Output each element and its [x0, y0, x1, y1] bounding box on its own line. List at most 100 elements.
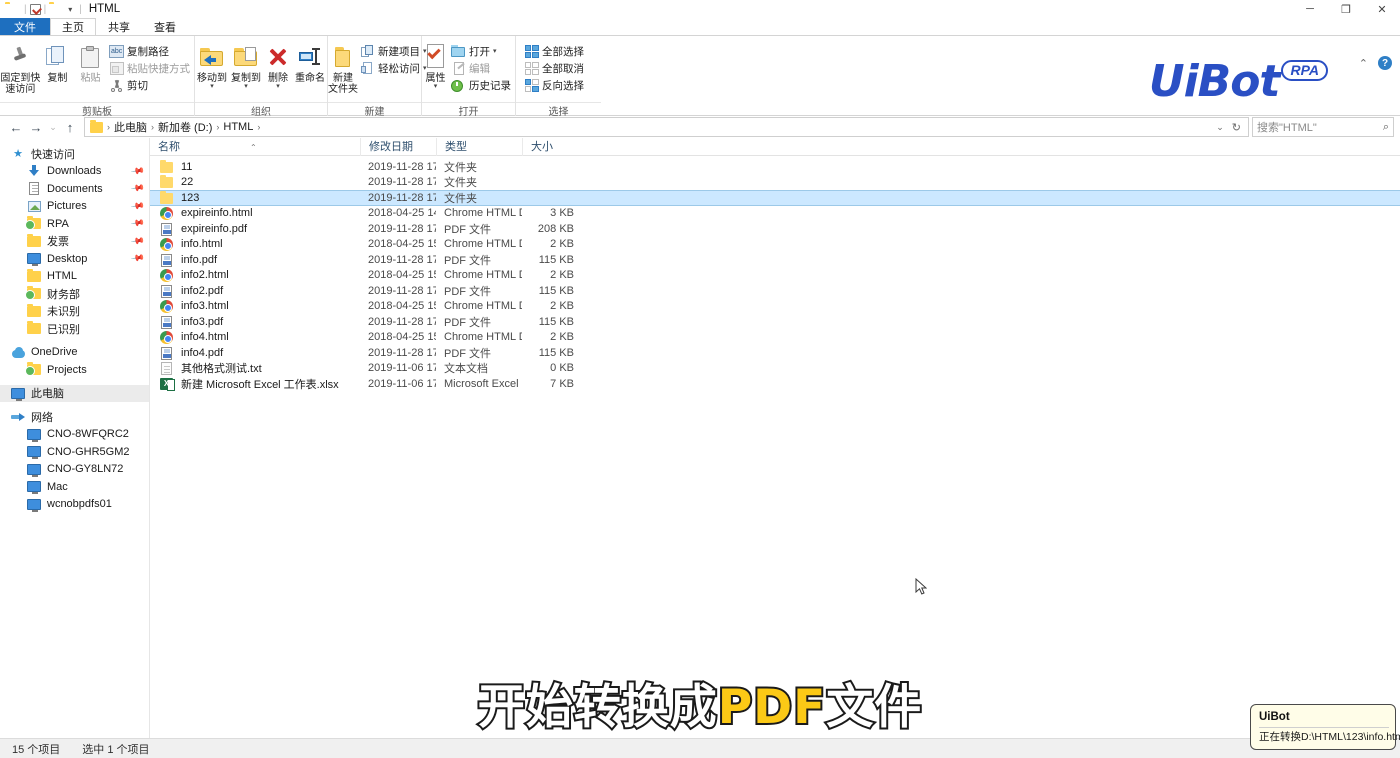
- sidebar-item-cno-ghr5gm2[interactable]: CNO-GHR5GM2: [0, 443, 149, 461]
- table-row[interactable]: info.html 2018-04-25 15:03 Chrome HTML D…: [150, 237, 1400, 253]
- sidebar-item-network[interactable]: 网络: [0, 408, 149, 426]
- copy-to-button[interactable]: 复制到 ▾: [229, 40, 263, 90]
- cut-button[interactable]: 剪切: [107, 77, 194, 94]
- column-header-name[interactable]: 名称 ⌃: [150, 138, 360, 156]
- breadcrumb-item-1[interactable]: 新加卷 (D:): [155, 119, 215, 135]
- paste-button[interactable]: 粘贴: [74, 40, 107, 84]
- quick-access-caret-icon[interactable]: ▾: [68, 5, 72, 14]
- column-header-size[interactable]: 大小: [522, 137, 582, 156]
- sidebar-item-mac[interactable]: Mac: [0, 478, 149, 496]
- open-button[interactable]: 打开 ▾: [449, 43, 515, 60]
- edit-button[interactable]: 编辑: [449, 60, 515, 77]
- sidebar-item-unrecognized[interactable]: 未识别: [0, 303, 149, 321]
- move-to-caret-icon[interactable]: ▾: [210, 83, 214, 90]
- paste-shortcut-button[interactable]: 粘贴快捷方式: [107, 60, 194, 77]
- table-row[interactable]: info4.pdf 2019-11-28 17:12 PDF 文件 115 KB: [150, 345, 1400, 361]
- new-folder-button[interactable]: 新建 文件夹: [328, 40, 358, 95]
- sidebar-item-quick-access[interactable]: ★ 快速访问: [0, 145, 149, 163]
- sidebar-item-html[interactable]: HTML: [0, 268, 149, 286]
- back-button[interactable]: ←: [6, 117, 26, 137]
- sidebar-item-documents[interactable]: Documents 📌: [0, 180, 149, 198]
- easy-access-button[interactable]: 轻松访问 ▾: [358, 60, 431, 77]
- navigation-pane: ★ 快速访问 Downloads 📌 Documents 📌 Pictures …: [0, 138, 150, 738]
- sidebar-label-rpa: RPA: [47, 217, 69, 230]
- recent-locations-button[interactable]: ⌄: [46, 117, 60, 137]
- tab-share[interactable]: 共享: [96, 18, 142, 35]
- sidebar-item-desktop[interactable]: Desktop 📌: [0, 250, 149, 268]
- table-row[interactable]: expireinfo.pdf 2019-11-28 17:12 PDF 文件 2…: [150, 221, 1400, 237]
- pin-to-quick-access-button[interactable]: 固定到快 速访问: [0, 40, 41, 95]
- minimize-button[interactable]: ─: [1292, 0, 1328, 18]
- pin-icon[interactable]: 📌: [130, 164, 145, 179]
- search-icon[interactable]: ⌕: [1383, 121, 1389, 134]
- sidebar-item-rpa[interactable]: RPA 📌: [0, 215, 149, 233]
- copy-to-caret-icon[interactable]: ▾: [244, 83, 248, 90]
- table-row[interactable]: 11 2019-11-28 17:10 文件夹: [150, 159, 1400, 175]
- sidebar-item-finance[interactable]: 财务部: [0, 285, 149, 303]
- breadcrumb-item-0[interactable]: 此电脑: [111, 119, 150, 135]
- uibot-notification-toast[interactable]: UiBot 正在转换D:\HTML\123\info.html: [1250, 704, 1400, 750]
- open-caret-icon[interactable]: ▾: [493, 48, 497, 55]
- pin-icon[interactable]: 📌: [130, 234, 145, 249]
- table-row[interactable]: expireinfo.html 2018-04-25 14:49 Chrome …: [150, 206, 1400, 222]
- table-row[interactable]: info.pdf 2019-11-28 17:12 PDF 文件 115 KB: [150, 252, 1400, 268]
- tab-home[interactable]: 主页: [50, 18, 96, 35]
- pin-icon[interactable]: 📌: [130, 216, 145, 231]
- close-button[interactable]: ✕: [1364, 0, 1400, 18]
- table-row[interactable]: 22 2019-11-28 17:10 文件夹: [150, 175, 1400, 191]
- table-row[interactable]: 其他格式测试.txt 2019-11-06 17:28 文本文档 0 KB: [150, 361, 1400, 377]
- select-none-button[interactable]: 全部取消: [522, 60, 588, 77]
- rename-button[interactable]: 重命名: [293, 40, 327, 84]
- column-header-date[interactable]: 修改日期: [360, 137, 436, 156]
- up-button[interactable]: ↑: [60, 117, 80, 137]
- search-box[interactable]: 搜索"HTML" ⌕: [1252, 117, 1394, 137]
- delete-caret-icon[interactable]: ▾: [276, 83, 280, 90]
- tab-file[interactable]: 文件: [0, 18, 50, 35]
- select-all-button[interactable]: 全部选择: [522, 43, 588, 60]
- sidebar-item-onedrive[interactable]: OneDrive: [0, 344, 149, 362]
- move-to-button[interactable]: 移动到 ▾: [195, 40, 229, 90]
- quick-access-new-folder-icon[interactable]: [49, 4, 61, 15]
- table-row[interactable]: info2.html 2018-04-25 15:03 Chrome HTML …: [150, 268, 1400, 284]
- table-row[interactable]: info3.html 2018-04-25 15:03 Chrome HTML …: [150, 299, 1400, 315]
- address-dropdown-icon[interactable]: ⌄: [1215, 122, 1225, 133]
- column-header-type[interactable]: 类型: [436, 137, 522, 156]
- pin-icon[interactable]: 📌: [130, 181, 145, 196]
- new-item-button[interactable]: 新建项目 ▾: [358, 43, 431, 60]
- table-row[interactable]: info2.pdf 2019-11-28 17:12 PDF 文件 115 KB: [150, 283, 1400, 299]
- table-row[interactable]: info4.html 2018-04-25 15:03 Chrome HTML …: [150, 330, 1400, 346]
- sidebar-item-fapiao[interactable]: 发票 📌: [0, 233, 149, 251]
- help-icon[interactable]: ?: [1378, 56, 1392, 70]
- sidebar-item-cno-8wfqrc2[interactable]: CNO-8WFQRC2: [0, 426, 149, 444]
- sidebar-item-wcnobpdfs01[interactable]: wcnobpdfs01: [0, 496, 149, 514]
- properties-caret-icon[interactable]: ▾: [434, 83, 438, 90]
- delete-button[interactable]: 删除 ▾: [263, 40, 293, 90]
- sidebar-item-downloads[interactable]: Downloads 📌: [0, 163, 149, 181]
- table-row-selected[interactable]: 123 2019-11-28 17:10 文件夹: [150, 190, 1400, 206]
- table-row[interactable]: info3.pdf 2019-11-28 17:12 PDF 文件 115 KB: [150, 314, 1400, 330]
- breadcrumb-item-2[interactable]: HTML: [220, 121, 256, 133]
- breadcrumb[interactable]: › 此电脑 › 新加卷 (D:) › HTML › ⌄ ↻: [84, 117, 1249, 137]
- pin-icon[interactable]: 📌: [130, 199, 145, 214]
- properties-button[interactable]: 属性 ▾: [422, 40, 449, 90]
- tab-view[interactable]: 查看: [142, 18, 188, 35]
- forward-button[interactable]: →: [26, 117, 46, 137]
- invert-selection-button[interactable]: 反向选择: [522, 77, 588, 94]
- sidebar-item-cno-gy8ln72[interactable]: CNO-GY8LN72: [0, 461, 149, 479]
- pin-icon[interactable]: 📌: [130, 251, 145, 266]
- refresh-icon[interactable]: ↻: [1231, 121, 1242, 134]
- copy-path-button[interactable]: 复制路径: [107, 43, 194, 60]
- copy-button[interactable]: 复制: [41, 40, 74, 84]
- sidebar-item-this-pc[interactable]: 此电脑: [0, 384, 149, 402]
- sidebar-item-pictures[interactable]: Pictures 📌: [0, 198, 149, 216]
- clipboard-small-commands: 复制路径 粘贴快捷方式 剪切: [107, 40, 194, 94]
- breadcrumb-separator-3[interactable]: ›: [256, 122, 261, 132]
- collapse-ribbon-icon[interactable]: ⌃: [1359, 57, 1368, 70]
- history-button[interactable]: 历史记录: [449, 77, 515, 94]
- table-row[interactable]: 新建 Microsoft Excel 工作表.xlsx 2019-11-06 1…: [150, 376, 1400, 392]
- quick-access-folder-icon[interactable]: [5, 4, 17, 15]
- maximize-button[interactable]: ❐: [1328, 0, 1364, 18]
- quick-access-properties-icon[interactable]: [29, 3, 41, 15]
- sidebar-item-projects[interactable]: Projects: [0, 361, 149, 379]
- sidebar-item-recognized[interactable]: 已识别: [0, 320, 149, 338]
